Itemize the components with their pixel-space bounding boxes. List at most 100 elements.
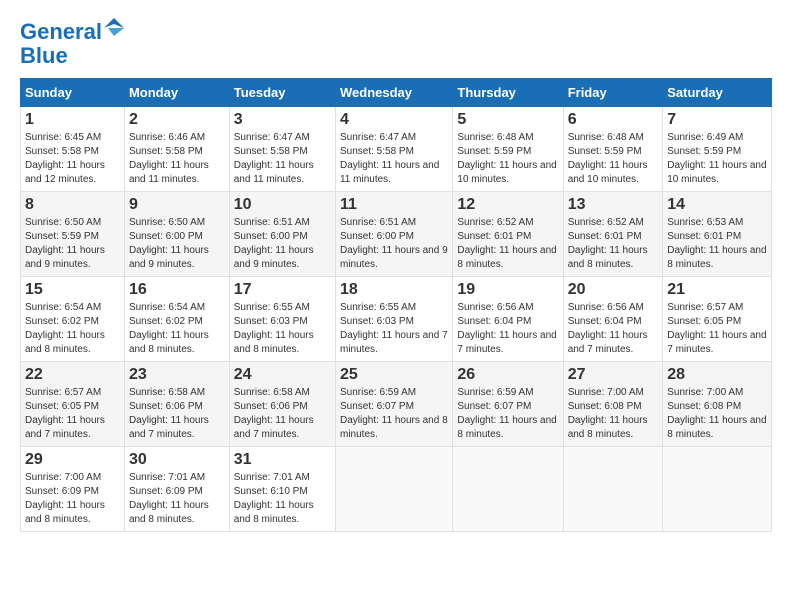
day-info: Sunrise: 6:46 AMSunset: 5:58 PMDaylight:… bbox=[129, 131, 225, 187]
calendar-cell: 2 Sunrise: 6:46 AMSunset: 5:58 PMDaylight… bbox=[124, 107, 229, 192]
calendar-cell bbox=[563, 447, 663, 532]
day-number: 8 bbox=[25, 196, 120, 214]
day-number: 14 bbox=[667, 196, 767, 214]
day-number: 16 bbox=[129, 281, 225, 299]
calendar-table: SundayMondayTuesdayWednesdayThursdayFrid… bbox=[20, 78, 772, 532]
page-header: General Blue bbox=[20, 20, 772, 68]
header-wednesday: Wednesday bbox=[335, 79, 452, 107]
day-info: Sunrise: 6:55 AMSunset: 6:03 PMDaylight:… bbox=[340, 301, 448, 357]
calendar-header-row: SundayMondayTuesdayWednesdayThursdayFrid… bbox=[21, 79, 772, 107]
day-info: Sunrise: 6:49 AMSunset: 5:59 PMDaylight:… bbox=[667, 131, 767, 187]
day-number: 2 bbox=[129, 111, 225, 129]
logo-text-blue: Blue bbox=[20, 44, 68, 68]
day-info: Sunrise: 6:59 AMSunset: 6:07 PMDaylight:… bbox=[457, 386, 558, 442]
header-saturday: Saturday bbox=[663, 79, 772, 107]
day-info: Sunrise: 6:54 AMSunset: 6:02 PMDaylight:… bbox=[129, 301, 225, 357]
day-number: 22 bbox=[25, 366, 120, 384]
calendar-cell: 20 Sunrise: 6:56 AMSunset: 6:04 PMDayligh… bbox=[563, 277, 663, 362]
day-number: 18 bbox=[340, 281, 448, 299]
day-info: Sunrise: 6:57 AMSunset: 6:05 PMDaylight:… bbox=[667, 301, 767, 357]
calendar-cell: 12 Sunrise: 6:52 AMSunset: 6:01 PMDayligh… bbox=[453, 192, 563, 277]
day-number: 19 bbox=[457, 281, 558, 299]
calendar-cell: 3 Sunrise: 6:47 AMSunset: 5:58 PMDaylight… bbox=[229, 107, 335, 192]
calendar-cell: 25Sunrise: 6:59 AMSunset: 6:07 PMDayligh… bbox=[335, 362, 452, 447]
calendar-cell: 13Sunrise: 6:52 AMSunset: 6:01 PMDayligh… bbox=[563, 192, 663, 277]
calendar-cell: 22 Sunrise: 6:57 AMSunset: 6:05 PMDayligh… bbox=[21, 362, 125, 447]
calendar-cell: 6 Sunrise: 6:48 AMSunset: 5:59 PMDaylight… bbox=[563, 107, 663, 192]
day-info: Sunrise: 6:50 AMSunset: 5:59 PMDaylight:… bbox=[25, 216, 120, 272]
day-info: Sunrise: 7:00 AMSunset: 6:09 PMDaylight:… bbox=[25, 471, 120, 527]
calendar-cell: 8 Sunrise: 6:50 AMSunset: 5:59 PMDaylight… bbox=[21, 192, 125, 277]
calendar-week-2: 8 Sunrise: 6:50 AMSunset: 5:59 PMDaylight… bbox=[21, 192, 772, 277]
day-info: Sunrise: 6:56 AMSunset: 6:04 PMDaylight:… bbox=[457, 301, 558, 357]
day-number: 15 bbox=[25, 281, 120, 299]
calendar-cell: 9 Sunrise: 6:50 AMSunset: 6:00 PMDaylight… bbox=[124, 192, 229, 277]
header-thursday: Thursday bbox=[453, 79, 563, 107]
calendar-cell: 30Sunrise: 7:01 AMSunset: 6:09 PMDayligh… bbox=[124, 447, 229, 532]
day-info: Sunrise: 6:58 AMSunset: 6:06 PMDaylight:… bbox=[129, 386, 225, 442]
calendar-cell: 5Sunrise: 6:48 AMSunset: 5:59 PMDaylight… bbox=[453, 107, 563, 192]
calendar-cell: 26 Sunrise: 6:59 AMSunset: 6:07 PMDayligh… bbox=[453, 362, 563, 447]
day-number: 13 bbox=[568, 196, 659, 214]
day-number: 7 bbox=[667, 111, 767, 129]
day-number: 31 bbox=[234, 451, 331, 469]
calendar-cell: 24Sunrise: 6:58 AMSunset: 6:06 PMDayligh… bbox=[229, 362, 335, 447]
calendar-week-4: 22 Sunrise: 6:57 AMSunset: 6:05 PMDayligh… bbox=[21, 362, 772, 447]
calendar-week-3: 15 Sunrise: 6:54 AMSunset: 6:02 PMDayligh… bbox=[21, 277, 772, 362]
day-number: 1 bbox=[25, 111, 120, 129]
calendar-cell: 31 Sunrise: 7:01 AMSunset: 6:10 PMDayligh… bbox=[229, 447, 335, 532]
day-number: 4 bbox=[340, 111, 448, 129]
day-number: 23 bbox=[129, 366, 225, 384]
day-info: Sunrise: 6:56 AMSunset: 6:04 PMDaylight:… bbox=[568, 301, 659, 357]
calendar-cell: 23 Sunrise: 6:58 AMSunset: 6:06 PMDayligh… bbox=[124, 362, 229, 447]
day-number: 9 bbox=[129, 196, 225, 214]
day-number: 26 bbox=[457, 366, 558, 384]
calendar-cell: 19 Sunrise: 6:56 AMSunset: 6:04 PMDayligh… bbox=[453, 277, 563, 362]
day-info: Sunrise: 6:47 AMSunset: 5:58 PMDaylight:… bbox=[234, 131, 331, 187]
day-info: Sunrise: 7:01 AMSunset: 6:10 PMDaylight:… bbox=[234, 471, 331, 527]
day-number: 6 bbox=[568, 111, 659, 129]
day-number: 30 bbox=[129, 451, 225, 469]
day-info: Sunrise: 6:50 AMSunset: 6:00 PMDaylight:… bbox=[129, 216, 225, 272]
day-info: Sunrise: 6:48 AMSunset: 5:59 PMDaylight:… bbox=[568, 131, 659, 187]
header-friday: Friday bbox=[563, 79, 663, 107]
calendar-cell: 14Sunrise: 6:53 AMSunset: 6:01 PMDayligh… bbox=[663, 192, 772, 277]
calendar-cell: 1Sunrise: 6:45 AMSunset: 5:58 PMDaylight… bbox=[21, 107, 125, 192]
day-number: 21 bbox=[667, 281, 767, 299]
calendar-cell: 16 Sunrise: 6:54 AMSunset: 6:02 PMDayligh… bbox=[124, 277, 229, 362]
calendar-cell: 27Sunrise: 7:00 AMSunset: 6:08 PMDayligh… bbox=[563, 362, 663, 447]
header-sunday: Sunday bbox=[21, 79, 125, 107]
day-info: Sunrise: 6:52 AMSunset: 6:01 PMDaylight:… bbox=[457, 216, 558, 272]
logo-icon bbox=[104, 18, 124, 38]
day-info: Sunrise: 7:00 AMSunset: 6:08 PMDaylight:… bbox=[667, 386, 767, 442]
day-info: Sunrise: 6:51 AMSunset: 6:00 PMDaylight:… bbox=[234, 216, 331, 272]
day-number: 5 bbox=[457, 111, 558, 129]
calendar-cell: 28 Sunrise: 7:00 AMSunset: 6:08 PMDayligh… bbox=[663, 362, 772, 447]
day-info: Sunrise: 6:57 AMSunset: 6:05 PMDaylight:… bbox=[25, 386, 120, 442]
calendar-cell: 10 Sunrise: 6:51 AMSunset: 6:00 PMDayligh… bbox=[229, 192, 335, 277]
header-tuesday: Tuesday bbox=[229, 79, 335, 107]
calendar-cell bbox=[453, 447, 563, 532]
day-number: 17 bbox=[234, 281, 331, 299]
day-info: Sunrise: 6:47 AMSunset: 5:58 PMDaylight:… bbox=[340, 131, 448, 187]
day-number: 20 bbox=[568, 281, 659, 299]
day-info: Sunrise: 6:58 AMSunset: 6:06 PMDaylight:… bbox=[234, 386, 331, 442]
calendar-cell: 15 Sunrise: 6:54 AMSunset: 6:02 PMDayligh… bbox=[21, 277, 125, 362]
day-number: 10 bbox=[234, 196, 331, 214]
calendar-cell: 29Sunrise: 7:00 AMSunset: 6:09 PMDayligh… bbox=[21, 447, 125, 532]
day-number: 12 bbox=[457, 196, 558, 214]
day-info: Sunrise: 6:54 AMSunset: 6:02 PMDaylight:… bbox=[25, 301, 120, 357]
calendar-cell bbox=[335, 447, 452, 532]
calendar-cell: 7 Sunrise: 6:49 AMSunset: 5:59 PMDaylight… bbox=[663, 107, 772, 192]
day-number: 3 bbox=[234, 111, 331, 129]
day-number: 28 bbox=[667, 366, 767, 384]
calendar-cell: 18 Sunrise: 6:55 AMSunset: 6:03 PMDayligh… bbox=[335, 277, 452, 362]
day-info: Sunrise: 7:00 AMSunset: 6:08 PMDaylight:… bbox=[568, 386, 659, 442]
calendar-week-1: 1Sunrise: 6:45 AMSunset: 5:58 PMDaylight… bbox=[21, 107, 772, 192]
day-number: 11 bbox=[340, 196, 448, 214]
logo: General Blue bbox=[20, 20, 124, 68]
calendar-cell: 11Sunrise: 6:51 AMSunset: 6:00 PMDayligh… bbox=[335, 192, 452, 277]
calendar-week-5: 29Sunrise: 7:00 AMSunset: 6:09 PMDayligh… bbox=[21, 447, 772, 532]
calendar-cell: 4 Sunrise: 6:47 AMSunset: 5:58 PMDaylight… bbox=[335, 107, 452, 192]
day-info: Sunrise: 6:59 AMSunset: 6:07 PMDaylight:… bbox=[340, 386, 448, 442]
